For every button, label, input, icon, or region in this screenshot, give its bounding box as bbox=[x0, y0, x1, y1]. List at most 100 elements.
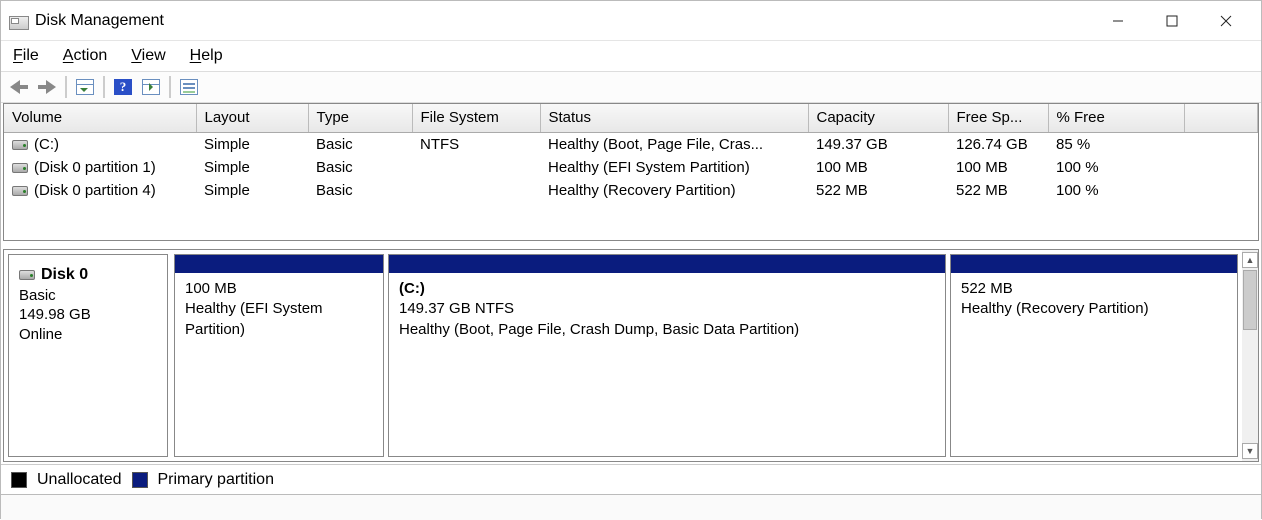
partition-stripe bbox=[951, 255, 1237, 273]
partition-status: Healthy (EFI System Partition) bbox=[185, 300, 323, 337]
table-cell: Simple bbox=[196, 179, 308, 202]
table-cell: Healthy (Boot, Page File, Cras... bbox=[540, 132, 808, 156]
menu-bar: File Action View Help bbox=[1, 41, 1261, 71]
menu-file[interactable]: File bbox=[13, 47, 39, 65]
disk-map: Disk 0 Basic 149.98 GB Online 100 MB Heal… bbox=[3, 249, 1259, 462]
table-cell: 100 % bbox=[1048, 156, 1184, 179]
menu-view[interactable]: View bbox=[131, 47, 165, 65]
column-header[interactable]: Volume bbox=[4, 104, 196, 132]
app-icon bbox=[9, 14, 27, 28]
table-cell bbox=[412, 156, 540, 179]
title-bar: Disk Management bbox=[1, 1, 1261, 41]
disk-info-panel[interactable]: Disk 0 Basic 149.98 GB Online bbox=[8, 254, 168, 457]
partition-body: 522 MB Healthy (Recovery Partition) bbox=[951, 273, 1237, 456]
volume-icon bbox=[12, 163, 28, 173]
column-header-spacer[interactable] bbox=[1184, 104, 1258, 132]
column-header[interactable]: File System bbox=[412, 104, 540, 132]
table-row[interactable]: (Disk 0 partition 1)SimpleBasic Healthy (… bbox=[4, 156, 1258, 179]
table-cell: (Disk 0 partition 4) bbox=[4, 179, 196, 202]
disk-type: Basic bbox=[19, 287, 56, 304]
disk-name: Disk 0 bbox=[41, 266, 88, 283]
table-cell: 522 MB bbox=[808, 179, 948, 202]
table-row[interactable]: (C:)SimpleBasicNTFSHealthy (Boot, Page F… bbox=[4, 132, 1258, 156]
list-button[interactable] bbox=[177, 75, 201, 99]
column-header[interactable]: Status bbox=[540, 104, 808, 132]
partition-status: Healthy (Recovery Partition) bbox=[961, 300, 1149, 317]
partition-body: 100 MB Healthy (EFI System Partition) bbox=[175, 273, 383, 456]
maximize-button[interactable] bbox=[1145, 2, 1199, 40]
table-cell: (Disk 0 partition 1) bbox=[4, 156, 196, 179]
main-panel: VolumeLayoutTypeFile SystemStatusCapacit… bbox=[1, 103, 1261, 464]
partition-stripe bbox=[175, 255, 383, 273]
toolbar-separator bbox=[65, 76, 67, 98]
table-cell bbox=[1184, 132, 1258, 156]
scroll-thumb[interactable] bbox=[1243, 270, 1257, 330]
table-row[interactable]: (Disk 0 partition 4)SimpleBasic Healthy (… bbox=[4, 179, 1258, 202]
column-header[interactable]: Type bbox=[308, 104, 412, 132]
window-controls bbox=[1091, 2, 1253, 40]
toolbar-separator bbox=[169, 76, 171, 98]
column-header[interactable]: Capacity bbox=[808, 104, 948, 132]
partition-status: Healthy (Boot, Page File, Crash Dump, Ba… bbox=[399, 321, 799, 338]
disk-size: 149.98 GB bbox=[19, 306, 91, 323]
vertical-scrollbar[interactable]: ▲ ▼ bbox=[1242, 250, 1258, 461]
action-button[interactable] bbox=[139, 75, 163, 99]
table-cell: Healthy (Recovery Partition) bbox=[540, 179, 808, 202]
partition[interactable]: 100 MB Healthy (EFI System Partition) bbox=[174, 254, 384, 457]
partition-body: (C:) 149.37 GB NTFS Healthy (Boot, Page Fi… bbox=[389, 273, 945, 456]
column-header[interactable]: Layout bbox=[196, 104, 308, 132]
partition-name: (C:) bbox=[399, 280, 425, 297]
table-cell: 85 % bbox=[1048, 132, 1184, 156]
legend-primary-label: Primary partition bbox=[158, 471, 274, 489]
table-cell: 149.37 GB bbox=[808, 132, 948, 156]
partition-size: 149.37 GB NTFS bbox=[399, 300, 514, 317]
toolbar-separator bbox=[103, 76, 105, 98]
forward-button[interactable] bbox=[35, 75, 59, 99]
column-header[interactable]: Free Sp... bbox=[948, 104, 1048, 132]
table-cell: 100 % bbox=[1048, 179, 1184, 202]
table-cell: 100 MB bbox=[808, 156, 948, 179]
scroll-down-button[interactable]: ▼ bbox=[1242, 443, 1258, 459]
table-cell bbox=[412, 179, 540, 202]
table-cell: Healthy (EFI System Partition) bbox=[540, 156, 808, 179]
table-cell: Basic bbox=[308, 156, 412, 179]
window-title: Disk Management bbox=[35, 12, 164, 30]
table-cell: NTFS bbox=[412, 132, 540, 156]
partition-size: 100 MB bbox=[185, 280, 237, 297]
refresh-button[interactable] bbox=[73, 75, 97, 99]
column-header[interactable]: % Free bbox=[1048, 104, 1184, 132]
table-cell: Basic bbox=[308, 179, 412, 202]
help-button[interactable]: ? bbox=[111, 75, 135, 99]
status-bar bbox=[1, 494, 1261, 520]
partition[interactable]: 522 MB Healthy (Recovery Partition) bbox=[950, 254, 1238, 457]
partitions-container: 100 MB Healthy (EFI System Partition) (C:)… bbox=[174, 254, 1238, 457]
legend-unallocated-label: Unallocated bbox=[37, 471, 122, 489]
table-cell: Simple bbox=[196, 132, 308, 156]
legend-unallocated-swatch bbox=[11, 472, 27, 488]
volume-list[interactable]: VolumeLayoutTypeFile SystemStatusCapacit… bbox=[3, 103, 1259, 241]
legend: Unallocated Primary partition bbox=[1, 464, 1261, 494]
toolbar: ? bbox=[1, 71, 1261, 103]
disk-state: Online bbox=[19, 326, 62, 343]
table-cell: Basic bbox=[308, 132, 412, 156]
partition-size: 522 MB bbox=[961, 280, 1013, 297]
menu-file-label: File bbox=[13, 47, 39, 64]
table-cell: Simple bbox=[196, 156, 308, 179]
table-cell bbox=[1184, 156, 1258, 179]
volume-icon bbox=[12, 186, 28, 196]
table-cell: 100 MB bbox=[948, 156, 1048, 179]
partition[interactable]: (C:) 149.37 GB NTFS Healthy (Boot, Page Fi… bbox=[388, 254, 946, 457]
scroll-up-button[interactable]: ▲ bbox=[1242, 252, 1258, 268]
menu-help[interactable]: Help bbox=[190, 47, 223, 65]
table-cell: (C:) bbox=[4, 132, 196, 156]
back-button[interactable] bbox=[7, 75, 31, 99]
table-cell: 126.74 GB bbox=[948, 132, 1048, 156]
menu-action[interactable]: Action bbox=[63, 47, 107, 65]
partition-stripe bbox=[389, 255, 945, 273]
table-cell bbox=[1184, 179, 1258, 202]
disk-icon bbox=[19, 270, 35, 280]
volume-icon bbox=[12, 140, 28, 150]
close-button[interactable] bbox=[1199, 2, 1253, 40]
minimize-button[interactable] bbox=[1091, 2, 1145, 40]
table-cell: 522 MB bbox=[948, 179, 1048, 202]
